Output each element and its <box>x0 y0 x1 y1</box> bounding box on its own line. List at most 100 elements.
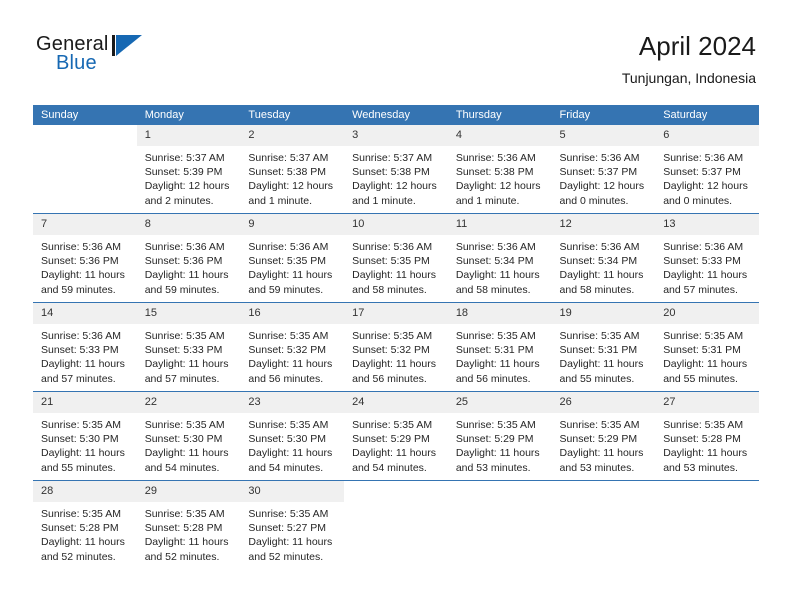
daylight-text-line1: Daylight: 11 hours <box>455 269 540 282</box>
calendar-day-cell[interactable]: 6 Sunrise: 5:36 AM Sunset: 5:37 PM Daylight… <box>655 125 759 214</box>
calendar-day-cell[interactable]: 24 Sunrise: 5:35 AM Sunset: 5:29 PM Dayligh… <box>344 391 448 481</box>
day-number: 14 <box>33 303 137 324</box>
day-number: 7 <box>33 214 137 235</box>
calendar-day-cell[interactable]: 20 Sunrise: 5:35 AM Sunset: 5:31 PM Dayligh… <box>655 302 759 392</box>
day-sun-info: Sunrise: 5:35 AM Sunset: 5:31 PM Daylight:… <box>655 324 759 386</box>
calendar-day-cell[interactable]: 1 Sunrise: 5:37 AM Sunset: 5:39 PM Daylight… <box>136 125 241 214</box>
calendar-week-row: 14 Sunrise: 5:36 AM Sunset: 5:33 PM Dayligh… <box>33 302 759 392</box>
daylight-text-line1: Daylight: 11 hours <box>41 536 125 549</box>
day-number: 17 <box>344 303 448 324</box>
calendar-day-cell[interactable]: 23 Sunrise: 5:35 AM Sunset: 5:30 PM Dayligh… <box>240 391 345 481</box>
calendar-day-cell[interactable]: 30 Sunrise: 5:35 AM Sunset: 5:27 PM Dayligh… <box>240 480 345 569</box>
day-number: 1 <box>136 125 241 146</box>
calendar-day-cell[interactable]: 12 Sunrise: 5:36 AM Sunset: 5:34 PM Dayligh… <box>551 213 656 303</box>
calendar-day-cell[interactable]: 7 Sunrise: 5:36 AM Sunset: 5:36 PM Daylight… <box>33 213 137 303</box>
day-number: 15 <box>136 303 241 324</box>
daylight-text-line1: Daylight: 11 hours <box>663 447 748 460</box>
day-sun-info: Sunrise: 5:36 AM Sunset: 5:33 PM Daylight:… <box>655 235 759 297</box>
sunrise-text: Sunrise: 5:35 AM <box>352 419 433 431</box>
sunset-text: Sunset: 5:33 PM <box>41 344 119 357</box>
day-number <box>33 125 137 146</box>
day-number: 21 <box>33 392 137 413</box>
daylight-text-line1: Daylight: 12 hours <box>559 180 645 193</box>
calendar-day-cell-empty <box>551 480 656 569</box>
day-sun-info: Sunrise: 5:36 AM Sunset: 5:33 PM Daylight:… <box>33 324 137 386</box>
calendar-day-cell[interactable]: 16 Sunrise: 5:35 AM Sunset: 5:32 PM Dayligh… <box>240 302 345 392</box>
calendar-day-cell[interactable]: 27 Sunrise: 5:35 AM Sunset: 5:28 PM Dayligh… <box>655 391 759 481</box>
calendar-week-row: 21 Sunrise: 5:35 AM Sunset: 5:30 PM Dayligh… <box>33 391 759 481</box>
calendar-day-cell[interactable]: 3 Sunrise: 5:37 AM Sunset: 5:38 PM Daylight… <box>344 125 448 214</box>
day-sun-info: Sunrise: 5:35 AM Sunset: 5:30 PM Daylight:… <box>240 413 344 475</box>
daylight-text-line1: Daylight: 11 hours <box>663 358 748 371</box>
calendar-day-cell[interactable]: 17 Sunrise: 5:35 AM Sunset: 5:32 PM Dayligh… <box>344 302 448 392</box>
sunset-text: Sunset: 5:34 PM <box>455 255 534 268</box>
calendar-day-cell[interactable]: 19 Sunrise: 5:35 AM Sunset: 5:31 PM Dayligh… <box>551 302 656 392</box>
calendar-day-cell-empty <box>33 125 137 214</box>
calendar-day-cell[interactable]: 22 Sunrise: 5:35 AM Sunset: 5:30 PM Dayligh… <box>136 391 241 481</box>
daylight-text-line1: Daylight: 11 hours <box>144 269 229 282</box>
daylight-text-line1: Daylight: 12 hours <box>352 180 437 193</box>
calendar-day-cell[interactable]: 25 Sunrise: 5:35 AM Sunset: 5:29 PM Dayligh… <box>447 391 552 481</box>
calendar-day-cell[interactable]: 29 Sunrise: 5:35 AM Sunset: 5:28 PM Dayligh… <box>136 480 241 569</box>
day-number: 30 <box>240 481 345 502</box>
sunset-text: Sunset: 5:39 PM <box>144 166 223 179</box>
calendar-day-cell[interactable]: 28 Sunrise: 5:35 AM Sunset: 5:28 PM Dayligh… <box>33 480 137 569</box>
sunrise-text: Sunrise: 5:35 AM <box>559 330 640 342</box>
day-number: 3 <box>344 125 448 146</box>
calendar-day-cell-empty <box>655 480 759 569</box>
sunset-text: Sunset: 5:28 PM <box>663 433 741 446</box>
day-number: 16 <box>240 303 345 324</box>
daylight-text-line1: Daylight: 11 hours <box>352 358 436 371</box>
masthead: General Blue April 2024 Tunjungan, Indon… <box>0 0 792 100</box>
general-blue-logo[interactable]: General Blue <box>36 33 156 85</box>
calendar-day-cell[interactable]: 2 Sunrise: 5:37 AM Sunset: 5:38 PM Daylight… <box>240 125 345 214</box>
sunrise-text: Sunrise: 5:35 AM <box>455 330 536 342</box>
day-sun-info: Sunrise: 5:35 AM Sunset: 5:30 PM Daylight:… <box>33 413 137 475</box>
daylight-text-line1: Daylight: 11 hours <box>248 536 333 549</box>
daylight-text-line2: and 52 minutes. <box>144 550 220 563</box>
daylight-text-line2: and 55 minutes. <box>663 372 738 385</box>
daylight-text-line2: and 52 minutes. <box>41 550 116 563</box>
calendar-day-cell[interactable]: 14 Sunrise: 5:36 AM Sunset: 5:33 PM Dayligh… <box>33 302 137 392</box>
day-number: 27 <box>655 392 759 413</box>
sunset-text: Sunset: 5:28 PM <box>41 522 119 535</box>
day-number: 18 <box>447 303 552 324</box>
daylight-text-line1: Daylight: 11 hours <box>41 358 125 371</box>
sunset-text: Sunset: 5:35 PM <box>248 255 327 268</box>
daylight-text-line2: and 58 minutes. <box>455 283 531 296</box>
calendar-day-cell[interactable]: 5 Sunrise: 5:36 AM Sunset: 5:37 PM Daylight… <box>551 125 656 214</box>
daylight-text-line1: Daylight: 11 hours <box>455 358 540 371</box>
sunrise-text: Sunrise: 5:35 AM <box>455 419 536 431</box>
day-number: 28 <box>33 481 137 502</box>
sunset-text: Sunset: 5:30 PM <box>248 433 327 446</box>
calendar-day-cell[interactable]: 4 Sunrise: 5:36 AM Sunset: 5:38 PM Daylight… <box>447 125 552 214</box>
calendar-day-cell[interactable]: 18 Sunrise: 5:35 AM Sunset: 5:31 PM Dayligh… <box>447 302 552 392</box>
calendar-day-cell[interactable]: 26 Sunrise: 5:35 AM Sunset: 5:29 PM Dayligh… <box>551 391 656 481</box>
daylight-text-line1: Daylight: 11 hours <box>663 269 748 282</box>
day-number: 12 <box>551 214 656 235</box>
weekday-header-wednesday: Wednesday <box>344 105 448 125</box>
calendar-day-cell[interactable]: 21 Sunrise: 5:35 AM Sunset: 5:30 PM Dayligh… <box>33 391 137 481</box>
daylight-text-line1: Daylight: 12 hours <box>455 180 541 193</box>
calendar-week-row: 28 Sunrise: 5:35 AM Sunset: 5:28 PM Dayligh… <box>33 480 759 569</box>
calendar-day-cell[interactable]: 11 Sunrise: 5:36 AM Sunset: 5:34 PM Dayligh… <box>447 213 552 303</box>
daylight-text-line1: Daylight: 11 hours <box>248 447 333 460</box>
sunrise-text: Sunrise: 5:36 AM <box>352 241 433 253</box>
daylight-text-line2: and 54 minutes. <box>248 461 324 474</box>
day-sun-info: Sunrise: 5:35 AM Sunset: 5:29 PM Daylight:… <box>344 413 448 475</box>
calendar-day-cell[interactable]: 10 Sunrise: 5:36 AM Sunset: 5:35 PM Dayligh… <box>344 213 448 303</box>
day-number: 11 <box>447 214 552 235</box>
day-number: 20 <box>655 303 759 324</box>
calendar-day-cell[interactable]: 15 Sunrise: 5:35 AM Sunset: 5:33 PM Dayligh… <box>136 302 241 392</box>
calendar-day-cell[interactable]: 9 Sunrise: 5:36 AM Sunset: 5:35 PM Daylight… <box>240 213 345 303</box>
sunset-text: Sunset: 5:29 PM <box>352 433 430 446</box>
day-number: 26 <box>551 392 656 413</box>
calendar-day-cell-empty <box>447 480 552 569</box>
sunrise-text: Sunrise: 5:35 AM <box>144 419 225 431</box>
sunrise-text: Sunrise: 5:36 AM <box>144 241 225 253</box>
daylight-text-line1: Daylight: 11 hours <box>455 447 540 460</box>
calendar-day-cell[interactable]: 8 Sunrise: 5:36 AM Sunset: 5:36 PM Daylight… <box>136 213 241 303</box>
calendar-day-cell[interactable]: 13 Sunrise: 5:36 AM Sunset: 5:33 PM Dayligh… <box>655 213 759 303</box>
day-number: 5 <box>551 125 656 146</box>
weekday-header-friday: Friday <box>551 105 656 125</box>
